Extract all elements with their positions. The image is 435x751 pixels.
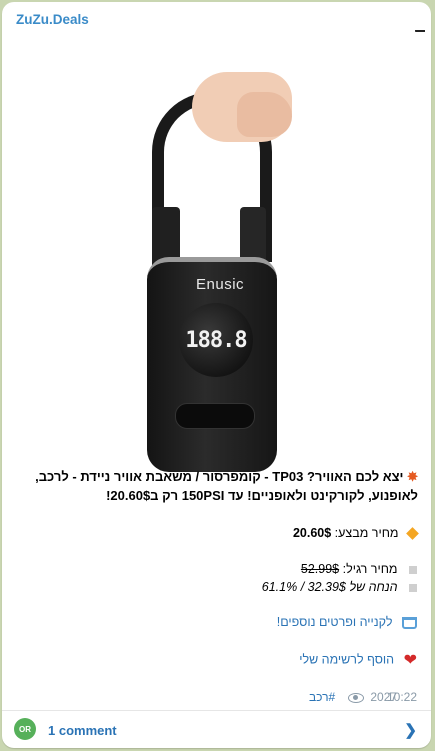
- square-icon: [409, 583, 417, 592]
- regular-price-label: מחיר רגיל:: [342, 562, 398, 576]
- hand-fingers: [237, 92, 292, 137]
- cart-icon: [402, 616, 417, 629]
- diamond-icon: [406, 527, 419, 541]
- collision-icon: ✸: [407, 469, 418, 484]
- buy-link-row[interactable]: לקנייה ופרטים נוספים!: [277, 615, 417, 629]
- device-screen: 188.8: [179, 303, 253, 377]
- comments-label[interactable]: 1 comment: [48, 723, 117, 738]
- message-footer: #רכב 2027 10:22: [16, 690, 417, 706]
- wishlist-link[interactable]: הוסף לרשימה שלי: [299, 652, 394, 666]
- device-digits: 188.8: [185, 327, 247, 353]
- discount-text: הנחה של 32.39$ / 61.1%: [261, 580, 398, 594]
- square-icon: [409, 565, 417, 574]
- comments-button[interactable]: OR 1 comment ❯: [2, 712, 431, 748]
- device-button: [175, 403, 255, 429]
- message-bubble: ZuZu.Deals Enusic 188.8 ✸ יצא לכם האוויר…: [2, 2, 431, 748]
- heart-icon: ❤: [403, 652, 417, 669]
- product-photo[interactable]: Enusic 188.8: [2, 32, 431, 472]
- regular-price-row: מחיר רגיל: 52.99$: [301, 562, 417, 576]
- chevron-right-icon: ❯: [404, 722, 417, 739]
- post-caption: ✸ יצא לכם האוויר? TP03 - קומפרסור / משאב…: [16, 467, 418, 505]
- message-time: 10:22: [386, 690, 417, 704]
- avatar: OR: [14, 718, 36, 740]
- sale-price-value: 20.60$: [292, 526, 332, 540]
- sale-price-label: מחיר מבצע:: [334, 526, 399, 540]
- caption-text: יצא לכם האוויר? TP03 - קומפרסור / משאבת …: [35, 469, 418, 503]
- regular-price-value: 52.99$: [300, 562, 340, 576]
- eye-icon: [348, 692, 364, 703]
- wishlist-row[interactable]: ❤ הוסף לרשימה שלי: [299, 650, 417, 670]
- discount-row: הנחה של 32.39$ / 61.1%: [262, 580, 417, 594]
- buy-link[interactable]: לקנייה ופרטים נוספים!: [277, 615, 393, 629]
- hashtag-link[interactable]: #רכב: [309, 690, 335, 704]
- device-brand: Enusic: [196, 276, 245, 293]
- channel-name[interactable]: ZuZu.Deals: [16, 12, 89, 27]
- divider: [2, 710, 431, 711]
- sale-price-row: מחיר מבצע: 20.60$: [292, 526, 419, 541]
